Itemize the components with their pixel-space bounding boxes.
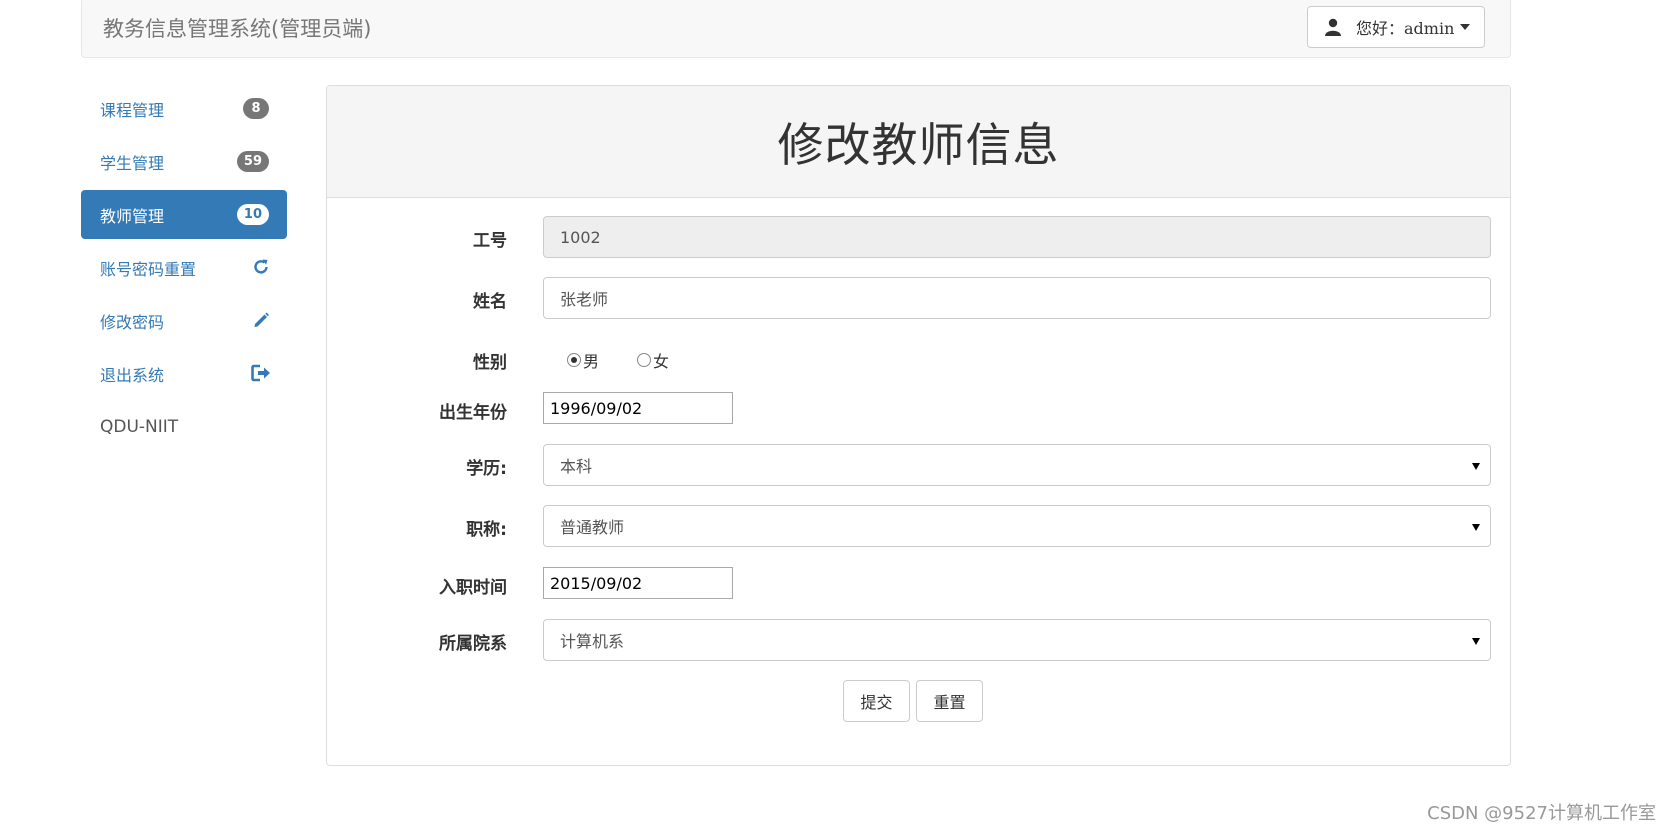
logout-icon xyxy=(251,363,271,383)
sidebar-item-label: 账号密码重置 xyxy=(100,259,197,279)
sidebar: 课程管理 8 学生管理 59 教师管理 10 账号密码重置 修改密码 退出系统 … xyxy=(81,84,287,451)
sidebar-item-teacher[interactable]: 教师管理 10 xyxy=(81,190,287,239)
count-badge: 10 xyxy=(236,204,269,225)
sidebar-item-change-password[interactable]: 修改密码 xyxy=(81,296,287,345)
watermark: CSDN @9527计算机工作室 xyxy=(1427,803,1656,824)
dept-select[interactable]: 计算机系 xyxy=(543,619,1491,661)
sidebar-item-label: 课程管理 xyxy=(100,100,165,120)
hire-date-field[interactable]: 2015/09/02 xyxy=(543,567,733,599)
count-badge: 8 xyxy=(243,98,269,119)
sidebar-item-label: 修改密码 xyxy=(100,312,165,332)
user-menu-label: 您好：admin xyxy=(1356,19,1455,38)
title-select[interactable]: 普通教师 xyxy=(543,505,1491,547)
page-title: 修改教师信息 xyxy=(777,117,1060,172)
edit-teacher-panel: 修改教师信息 工号 1002 姓名 张老师 性别 男 女 出生年份 1996/0… xyxy=(326,85,1511,766)
sidebar-item-course[interactable]: 课程管理 8 xyxy=(81,84,287,133)
education-label: 学历: xyxy=(466,459,507,479)
radio-unchecked[interactable] xyxy=(637,353,652,367)
panel-heading: 修改教师信息 xyxy=(327,86,1510,198)
sidebar-item-logout[interactable]: 退出系统 xyxy=(81,349,287,398)
user-icon xyxy=(1324,18,1342,36)
reset-button[interactable]: 重置 xyxy=(916,680,983,722)
pencil-icon xyxy=(251,310,271,330)
hire-label: 入职时间 xyxy=(439,578,507,598)
gender-option-female[interactable]: 女 xyxy=(637,348,669,372)
id-label: 工号 xyxy=(473,231,507,251)
gender-radio-group: 男 女 xyxy=(567,348,707,372)
count-badge: 59 xyxy=(236,151,269,172)
radio-checked[interactable] xyxy=(567,353,581,367)
id-field: 1002 xyxy=(543,216,1491,258)
birth-date-field[interactable]: 1996/09/02 xyxy=(543,392,733,424)
app-brand[interactable]: 教务信息管理系统(管理员端) xyxy=(103,13,371,43)
gender-option-male[interactable]: 男 xyxy=(567,348,599,372)
name-label: 姓名 xyxy=(473,292,507,312)
dept-label: 所属院系 xyxy=(439,634,507,654)
sidebar-item-label: 教师管理 xyxy=(100,206,165,226)
sidebar-footer: QDU-NIIT xyxy=(100,416,179,437)
birth-label: 出生年份 xyxy=(439,403,507,423)
gender-label: 性别 xyxy=(473,353,507,373)
refresh-icon xyxy=(251,257,271,277)
sidebar-item-label: 学生管理 xyxy=(100,153,165,173)
caret-down-icon xyxy=(1460,24,1471,30)
radio-label: 男 xyxy=(583,352,600,371)
name-field[interactable]: 张老师 xyxy=(543,277,1491,319)
user-menu-button[interactable]: 您好：admin xyxy=(1307,6,1485,48)
radio-label: 女 xyxy=(653,352,670,371)
sidebar-item-label: 退出系统 xyxy=(100,365,165,385)
top-navbar: 教务信息管理系统(管理员端) 您好：admin xyxy=(81,0,1511,58)
education-select[interactable]: 本科 xyxy=(543,444,1491,486)
submit-button[interactable]: 提交 xyxy=(843,680,910,722)
sidebar-item-reset-password[interactable]: 账号密码重置 xyxy=(81,243,287,292)
sidebar-item-student[interactable]: 学生管理 59 xyxy=(81,137,287,186)
title-label: 职称: xyxy=(466,520,507,540)
